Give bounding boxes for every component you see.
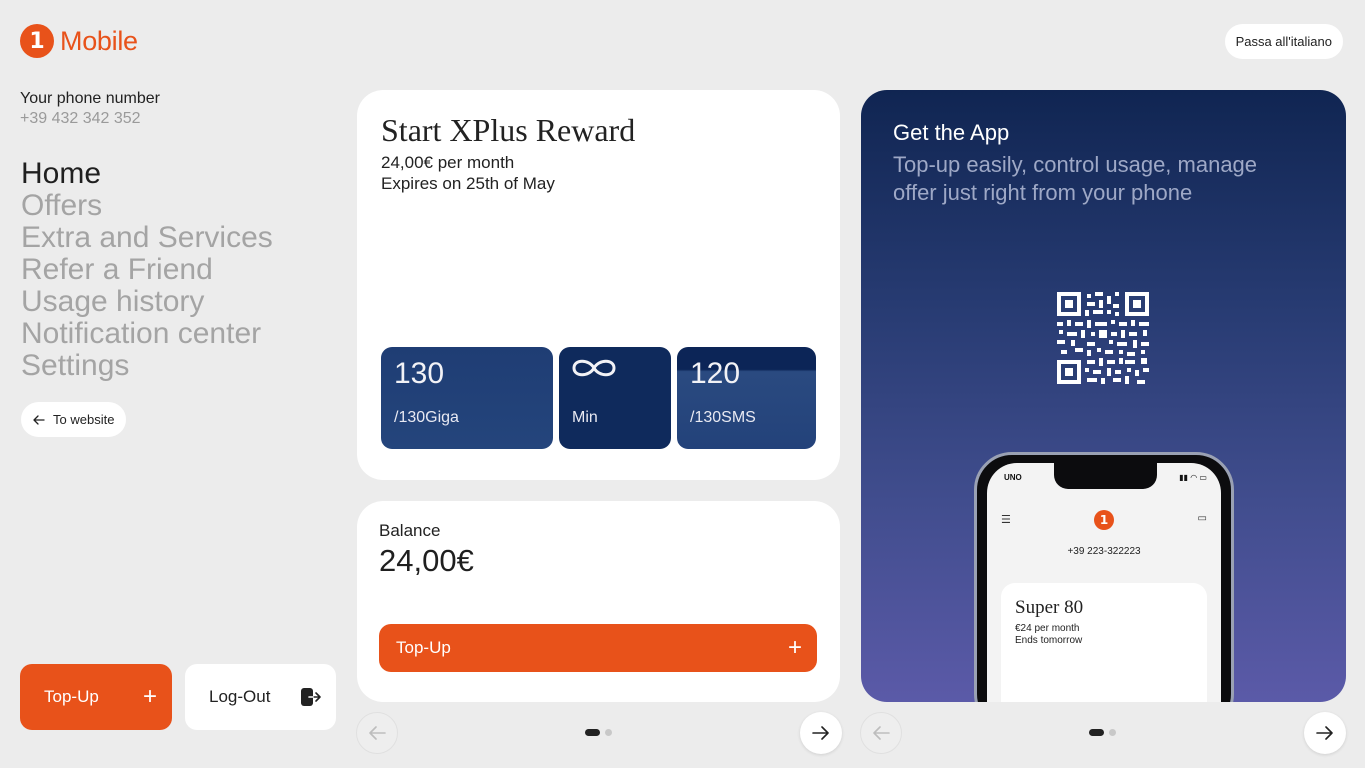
phone-carrier: UNO — [1004, 473, 1022, 482]
nav-item-extra-services[interactable]: Extra and Services — [21, 222, 273, 254]
qr-code-icon — [1057, 292, 1149, 384]
phone-offer-price: €24 per month — [1015, 623, 1080, 634]
allowance-minutes-tile[interactable]: Min — [559, 347, 671, 449]
pagination-dot-active[interactable] — [1089, 729, 1104, 736]
get-app-title: Get the App — [893, 120, 1010, 145]
arrow-left-icon — [873, 726, 890, 740]
nav-item-refer-friend[interactable]: Refer a Friend — [21, 254, 273, 286]
offer-expiry: Expires on 25th of May — [381, 174, 555, 193]
offer-card[interactable]: Start XPlus Reward 24,00€ per month Expi… — [357, 90, 840, 480]
get-app-card: Get the App Top-up easily, control usage… — [861, 90, 1346, 702]
phone-offer-ends: Ends tomorrow — [1015, 635, 1083, 646]
plus-icon: + — [142, 683, 157, 710]
left-carousel-next-button[interactable] — [800, 712, 842, 754]
nav-item-usage-history[interactable]: Usage history — [21, 286, 273, 318]
phone-number-label: Your phone number — [20, 90, 160, 107]
allowance-sms-label: /130SMS — [690, 409, 756, 426]
pagination-dot[interactable] — [605, 729, 612, 736]
right-carousel-pagination — [1089, 729, 1116, 736]
allowance-data-value: 130 — [394, 357, 445, 390]
pagination-dot-active[interactable] — [585, 729, 600, 736]
logout-icon — [301, 688, 321, 706]
nav-item-offers[interactable]: Offers — [21, 190, 273, 222]
right-carousel-prev-button[interactable] — [860, 712, 902, 754]
balance-topup-button[interactable]: Top-Up + — [379, 624, 817, 672]
arrow-right-icon — [1316, 726, 1333, 740]
to-website-label: To website — [53, 412, 115, 427]
phone-notch — [1054, 463, 1157, 489]
balance-card: Balance 24,00€ Top-Up + — [357, 501, 840, 702]
phone-status-icons: ▮▮ ◠ ▭ — [1179, 473, 1207, 482]
phone-mockup-number: +39 223-322223 — [1067, 546, 1141, 557]
nav-item-notification-center[interactable]: Notification center — [21, 318, 273, 350]
left-carousel-prev-button[interactable] — [356, 712, 398, 754]
phone-mockup-offer-card: Super 80 €24 per month Ends tomorrow — [1001, 583, 1207, 702]
to-website-button[interactable]: To website — [21, 402, 127, 437]
arrow-left-icon — [33, 414, 45, 425]
allowance-sms-value: 120 — [690, 357, 741, 390]
nav-item-settings[interactable]: Settings — [21, 350, 273, 382]
phone-brand-logo: 1 — [1094, 510, 1114, 530]
balance-label: Balance — [379, 521, 441, 540]
language-switch-button[interactable]: Passa all'italiano — [1224, 24, 1343, 59]
right-carousel-next-button[interactable] — [1304, 712, 1346, 754]
chat-icon: ▭ — [1197, 513, 1207, 524]
infinity-icon — [572, 359, 616, 377]
sidebar-topup-label: Top-Up — [44, 687, 99, 706]
allowance-data-label: /130Giga — [394, 409, 459, 426]
arrow-right-icon — [812, 726, 829, 740]
balance-topup-label: Top-Up — [396, 638, 451, 657]
get-app-subtitle: Top-up easily, control usage, manage off… — [893, 152, 1258, 205]
allowance-minutes-label: Min — [572, 409, 598, 426]
balance-value: 24,00€ — [379, 543, 474, 578]
offer-price: 24,00€ per month — [381, 153, 515, 172]
phone-number-block: Your phone number +39 432 342 352 — [20, 89, 160, 129]
main-nav: Home Offers Extra and Services Refer a F… — [21, 158, 273, 382]
hamburger-menu-icon: ☰ — [1001, 514, 1011, 526]
phone-number-value: +39 432 342 352 — [20, 110, 141, 127]
arrow-left-icon — [369, 726, 386, 740]
left-carousel-pagination — [585, 729, 612, 736]
brand-logo-mark: 1 — [20, 24, 54, 58]
pagination-dot[interactable] — [1109, 729, 1116, 736]
offer-title: Start XPlus Reward — [381, 112, 636, 148]
phone-mockup-screen: UNO ▮▮ ◠ ▭ ☰ 1 ▭ +39 223-322223 Super 80… — [987, 463, 1221, 702]
plus-icon: + — [787, 634, 802, 661]
allowance-sms-tile[interactable]: 120 /130SMS — [677, 347, 816, 449]
logout-button[interactable]: Log-Out — [185, 664, 336, 730]
phone-mockup: UNO ▮▮ ◠ ▭ ☰ 1 ▭ +39 223-322223 Super 80… — [974, 452, 1234, 702]
allowance-data-tile[interactable]: 130 /130Giga — [381, 347, 553, 449]
brand-logo[interactable]: 1 Mobile — [20, 24, 138, 58]
logout-label: Log-Out — [209, 687, 271, 706]
sidebar-topup-button[interactable]: Top-Up + — [20, 664, 172, 730]
brand-name: Mobile — [60, 25, 138, 56]
nav-item-home[interactable]: Home — [21, 158, 273, 190]
phone-offer-title: Super 80 — [1015, 597, 1084, 618]
